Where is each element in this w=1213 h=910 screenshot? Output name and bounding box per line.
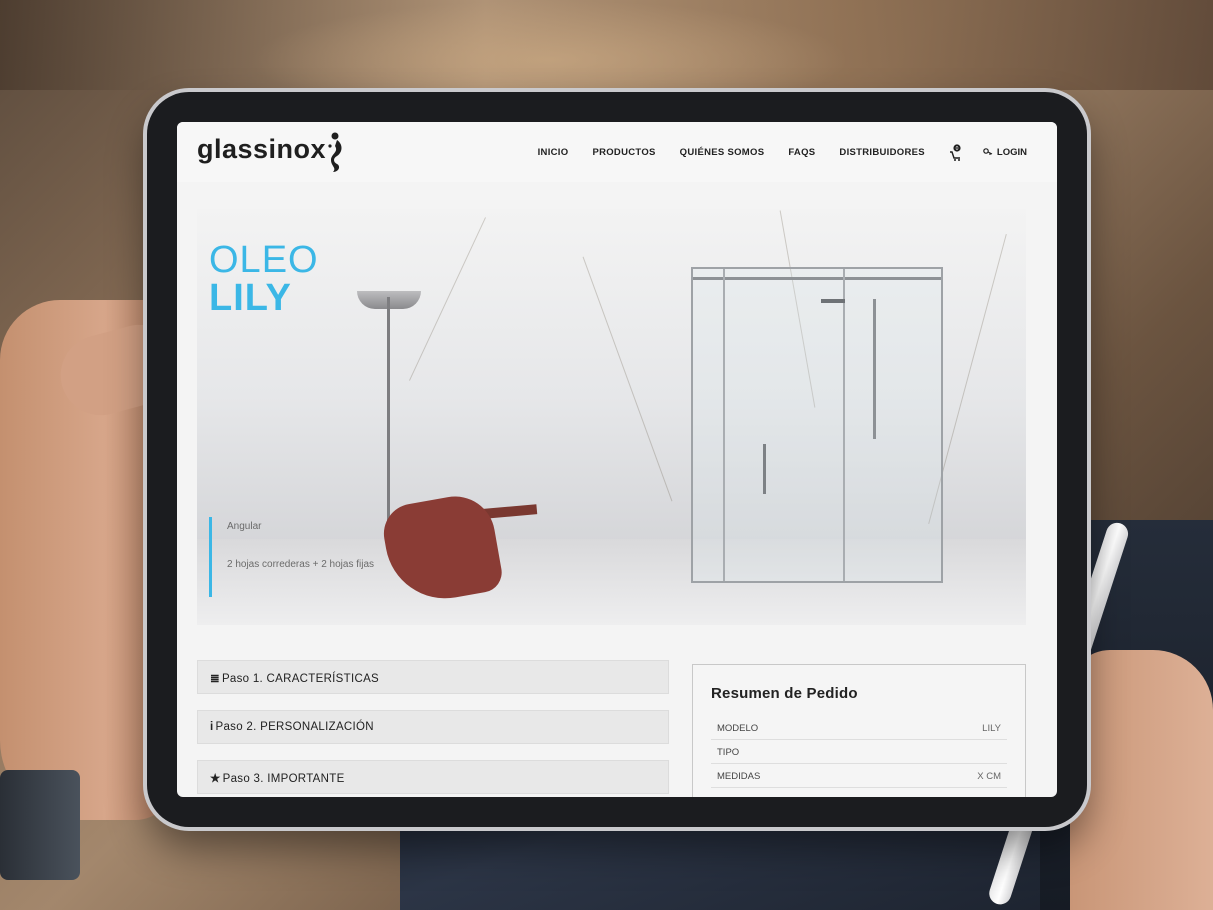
site-header: glassinox INICIO PRODUCTOS QUIÉNES SOMOS… [177,122,1057,182]
marble-vein [582,256,673,502]
step-3-accordion[interactable]: ★ Paso 3. IMPORTANTE [197,760,669,794]
hero-model-title: LILY [209,277,292,319]
tablet-screen: glassinox INICIO PRODUCTOS QUIÉNES SOMOS… [177,122,1057,797]
shower-rail [693,277,941,280]
logo-wordmark[interactable]: glassinox [197,134,326,165]
cart-icon: 0 [949,144,961,161]
step-2-accordion[interactable]: i Paso 2. PERSONALIZACIÓN [197,710,669,744]
star-icon: ★ [210,773,221,785]
step-1-label: ≣ Paso 1. CARACTERÍSTICAS [210,673,380,685]
shower-panel-edge [723,269,725,581]
nav-faqs[interactable]: FAQS [788,147,815,158]
summary-row-modelo: MODELO LILY [711,715,1007,740]
nav-quienes-somos[interactable]: QUIÉNES SOMOS [680,147,765,158]
hero-series-title: OLEO [209,239,319,281]
shower-panel-edge [843,269,845,581]
seahorse-logo-icon[interactable] [325,130,345,174]
cart-count: 0 [956,146,959,152]
right-hand [1070,650,1213,910]
order-summary-title: Resumen de Pedido [711,685,858,702]
hero-accent-bar [209,517,212,597]
wristwatch [0,770,80,880]
shower-pipe [873,299,876,439]
hero-type: Angular [227,521,262,532]
summary-row-tipo: TIPO [711,739,1007,764]
login-link[interactable]: LOGIN [983,147,1027,158]
login-label: LOGIN [996,146,1027,158]
nav-productos[interactable]: PRODUCTOS [592,147,655,158]
list-icon: ≣ [210,673,220,685]
summary-row-medidas: MEDIDAS X CM [711,763,1007,788]
info-icon: i [210,721,214,733]
hero-description: 2 hojas correderas + 2 hojas fijas [227,559,375,570]
nav-inicio[interactable]: INICIO [538,147,569,158]
step-3-label: ★ Paso 3. IMPORTANTE [210,773,345,785]
marble-vein [409,217,486,381]
tablet-device: glassinox INICIO PRODUCTOS QUIÉNES SOMOS… [147,92,1087,827]
shower-door-handle [763,444,766,494]
step-1-accordion[interactable]: ≣ Paso 1. CARACTERÍSTICAS [197,660,669,694]
hero-banner: OLEO LILY Angular 2 hojas correderas + 2… [197,209,1026,625]
key-icon [983,148,993,155]
nav-distribuidores[interactable]: DISTRIBUIDORES [839,147,924,158]
cart-button[interactable]: 0 [949,144,963,161]
main-menu: INICIO PRODUCTOS QUIÉNES SOMOS FAQS DIST… [514,144,1027,161]
shower-enclosure-image [691,267,943,583]
order-summary-panel: Resumen de Pedido MODELO LILY TIPO MEDID… [692,664,1026,797]
floor-lamp-pole [387,297,390,547]
shower-head [821,299,845,303]
step-2-label: i Paso 2. PERSONALIZACIÓN [210,721,374,733]
